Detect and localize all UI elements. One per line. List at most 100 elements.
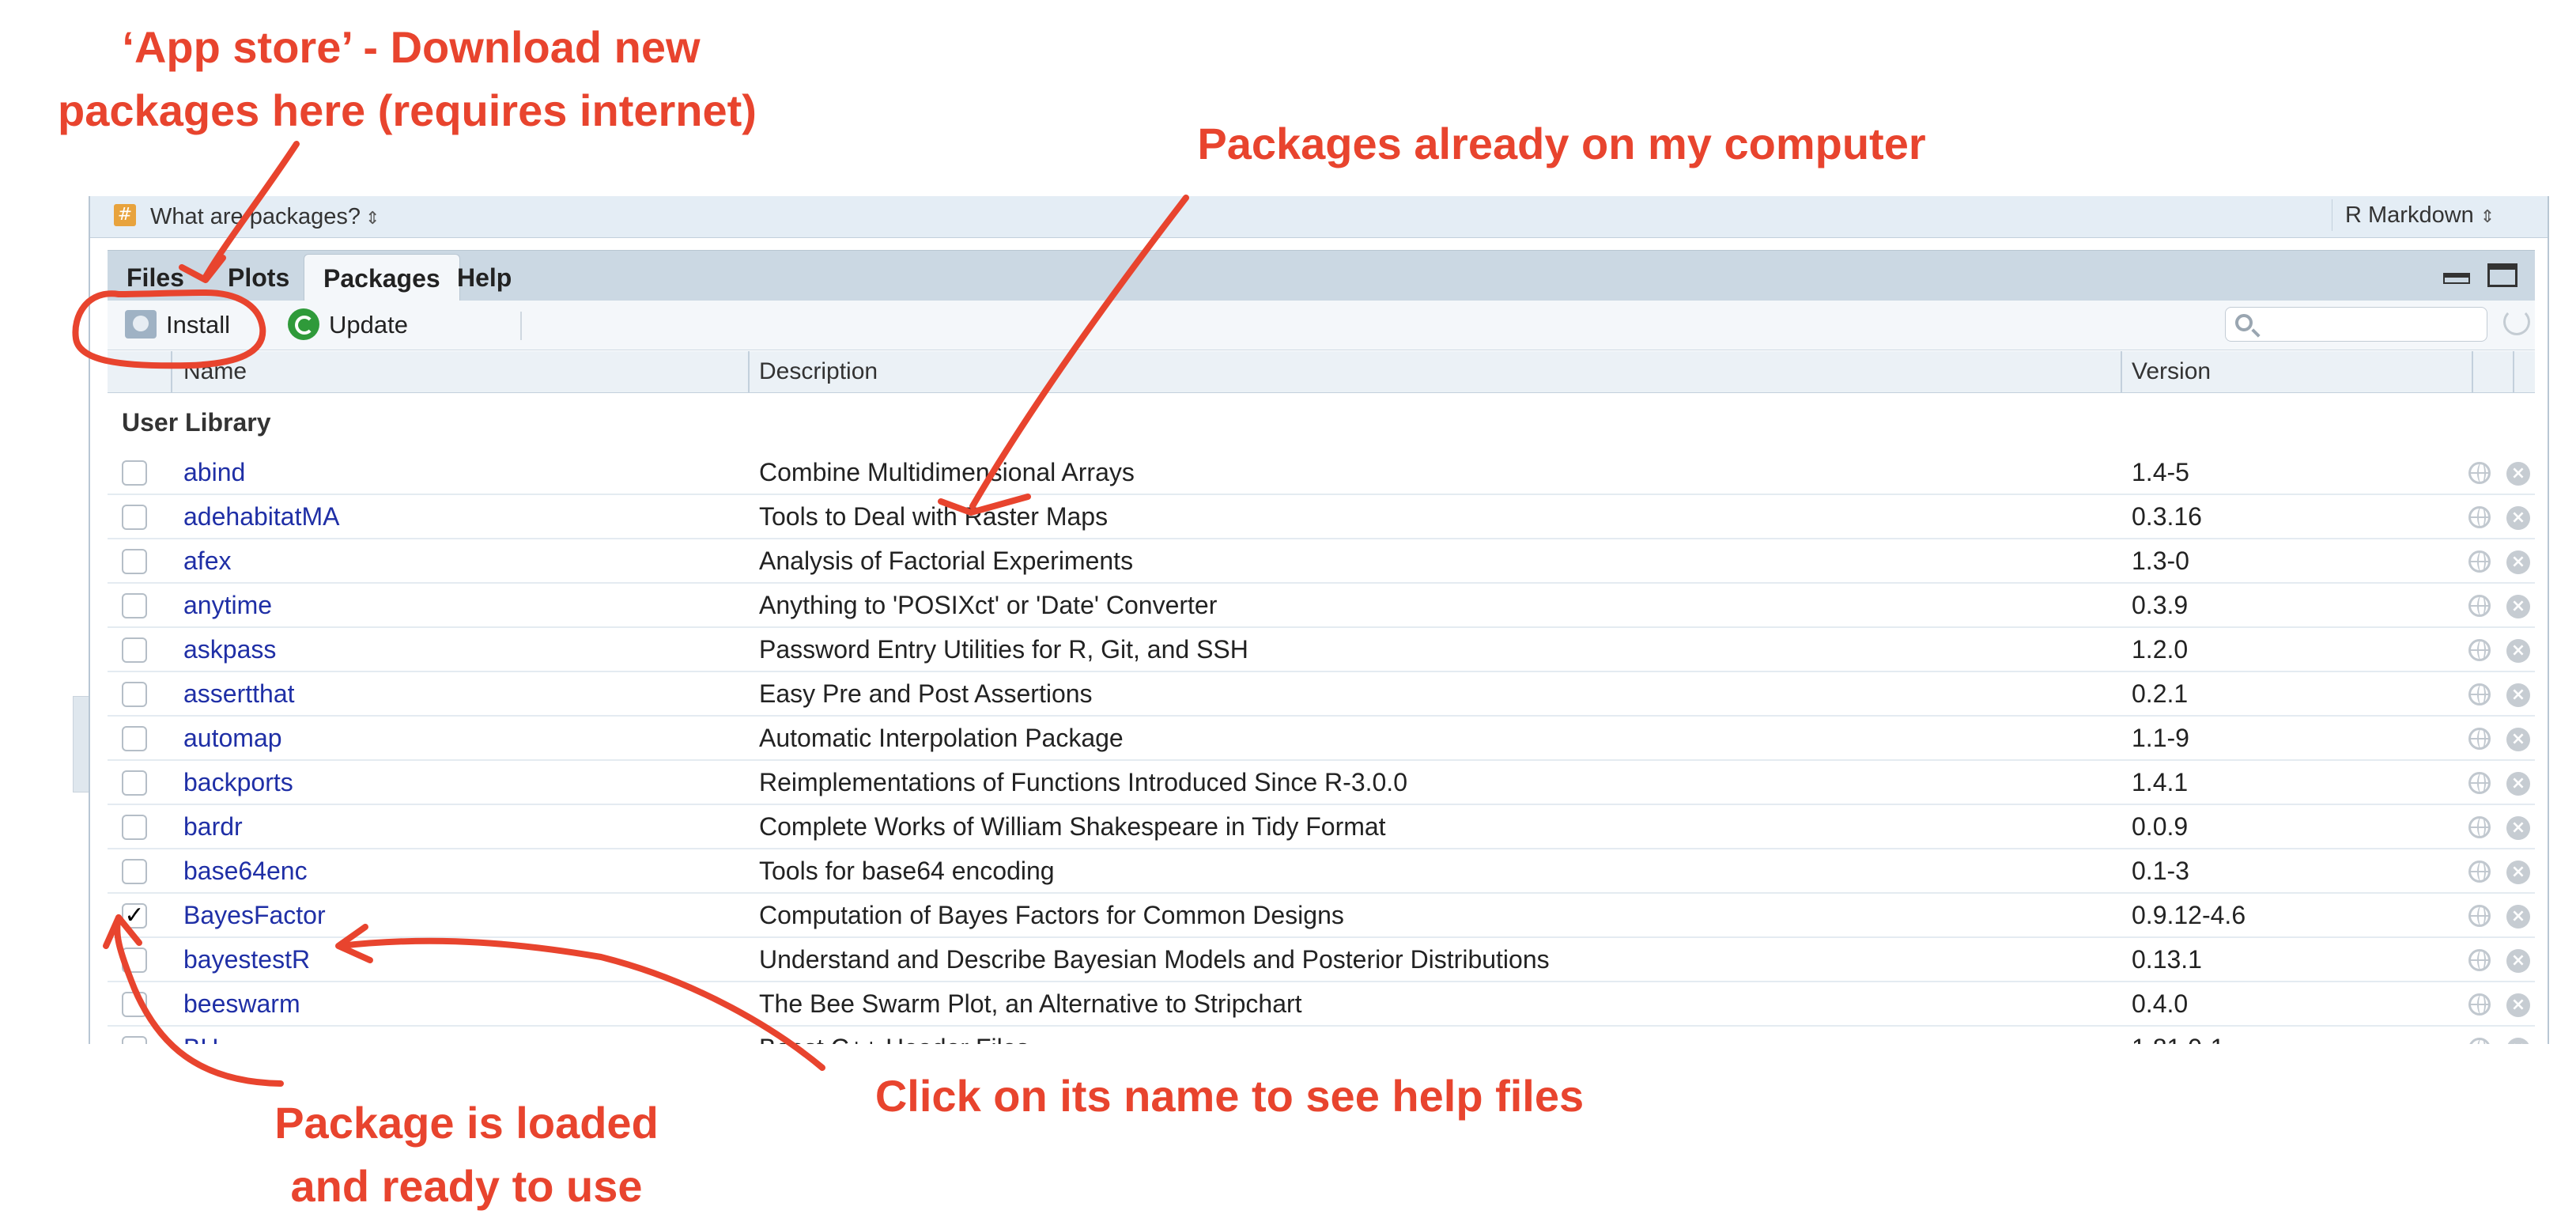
- remove-package-icon[interactable]: ×: [2506, 595, 2530, 618]
- update-button[interactable]: Update: [108, 307, 503, 343]
- package-name-link[interactable]: adehabitatMA: [183, 495, 339, 538]
- remove-package-icon[interactable]: ×: [2506, 993, 2530, 1017]
- packages-pane: # What are packages? ⇕ R Markdown ⇕ Files …: [89, 196, 2549, 1044]
- package-description: Easy Pre and Post Assertions: [759, 679, 1093, 708]
- remove-package-icon[interactable]: ×: [2506, 816, 2530, 840]
- updown-icon: ⇕: [364, 208, 380, 228]
- section-navigator[interactable]: What are packages? ⇕: [150, 201, 380, 234]
- table-row: bardr Complete Works of William Shakespea…: [108, 805, 2535, 849]
- table-row: bayestestR Understand and Describe Bayesi…: [108, 938, 2535, 982]
- globe-icon[interactable]: [2468, 595, 2491, 617]
- remove-package-icon[interactable]: ×: [2506, 861, 2530, 884]
- load-package-checkbox[interactable]: [122, 815, 147, 840]
- document-mode-label: R Markdown: [2345, 202, 2474, 228]
- column-header-version[interactable]: Version: [2132, 351, 2211, 392]
- remove-package-icon[interactable]: ×: [2506, 728, 2530, 751]
- load-package-checkbox[interactable]: [122, 460, 147, 486]
- tab-files[interactable]: Files: [108, 254, 203, 301]
- load-package-checkbox[interactable]: [122, 859, 147, 884]
- package-name-link[interactable]: assertthat: [183, 672, 295, 715]
- remove-package-icon[interactable]: ×: [2506, 462, 2530, 486]
- load-package-checkbox[interactable]: [122, 637, 147, 663]
- toolbar-divider: [520, 312, 522, 340]
- document-mode-select[interactable]: R Markdown ⇕: [2332, 199, 2532, 231]
- remove-package-icon[interactable]: ×: [2506, 905, 2530, 929]
- package-search[interactable]: [2225, 307, 2487, 342]
- load-package-checkbox[interactable]: [122, 593, 147, 618]
- package-name-link[interactable]: abind: [183, 451, 245, 494]
- search-input[interactable]: [2270, 311, 2479, 339]
- maximize-pane-icon[interactable]: [2487, 263, 2517, 287]
- table-row: afex Analysis of Factorial Experiments 1.3…: [108, 539, 2535, 584]
- table-row: abind Combine Multidimensional Arrays 1.4-…: [108, 451, 2535, 495]
- package-version: 0.9.12-4.6: [2132, 901, 2246, 929]
- load-package-checkbox[interactable]: [122, 726, 147, 751]
- remove-package-icon[interactable]: ×: [2506, 949, 2530, 973]
- globe-icon[interactable]: [2468, 506, 2491, 528]
- globe-icon[interactable]: [2468, 728, 2491, 750]
- package-name-link[interactable]: bayestestR: [183, 938, 310, 981]
- minimize-pane-icon[interactable]: [2443, 273, 2470, 284]
- globe-icon[interactable]: [2468, 861, 2491, 883]
- load-package-checkbox[interactable]: ✓: [122, 903, 147, 929]
- globe-icon[interactable]: [2468, 905, 2491, 927]
- package-name-link[interactable]: BH: [183, 1027, 218, 1044]
- column-header-description[interactable]: Description: [759, 351, 878, 392]
- package-name-link[interactable]: bardr: [183, 805, 243, 848]
- remove-package-icon[interactable]: ×: [2506, 550, 2530, 574]
- package-description: Combine Multidimensional Arrays: [759, 458, 1135, 486]
- load-package-checkbox[interactable]: [122, 682, 147, 707]
- remove-package-icon[interactable]: ×: [2506, 683, 2530, 707]
- table-row: askpass Password Entry Utilities for R, G…: [108, 628, 2535, 672]
- package-name-link[interactable]: automap: [183, 717, 282, 759]
- package-name-link[interactable]: base64enc: [183, 849, 308, 892]
- remove-package-icon[interactable]: ×: [2506, 772, 2530, 796]
- package-description: Tools for base64 encoding: [759, 857, 1055, 885]
- package-description: The Bee Swarm Plot, an Alternative to St…: [759, 989, 1302, 1018]
- globe-icon[interactable]: [2468, 639, 2491, 661]
- column-divider: [748, 351, 750, 392]
- package-version: 0.4.0: [2132, 989, 2189, 1018]
- package-version: 0.3.16: [2132, 502, 2202, 531]
- load-package-checkbox[interactable]: [122, 948, 147, 973]
- column-header-name[interactable]: Name: [183, 351, 247, 392]
- load-package-checkbox[interactable]: [122, 549, 147, 574]
- globe-icon[interactable]: [2468, 1038, 2491, 1044]
- column-divider: [171, 351, 172, 392]
- remove-package-icon[interactable]: ×: [2506, 1038, 2530, 1044]
- package-version: 0.13.1: [2132, 945, 2202, 974]
- globe-icon[interactable]: [2468, 949, 2491, 971]
- annotation-app-store-line1: ‘App store’ - Download new: [122, 22, 701, 72]
- library-group-label: User Library: [122, 408, 271, 437]
- globe-icon[interactable]: [2468, 816, 2491, 838]
- globe-icon[interactable]: [2468, 462, 2491, 484]
- package-description: Reimplementations of Functions Introduce…: [759, 768, 1407, 796]
- load-package-checkbox[interactable]: [122, 992, 147, 1017]
- load-package-checkbox[interactable]: [122, 770, 147, 796]
- package-name-link[interactable]: beeswarm: [183, 982, 300, 1025]
- globe-icon[interactable]: [2468, 683, 2491, 705]
- package-name-link[interactable]: BayesFactor: [183, 894, 326, 936]
- globe-icon[interactable]: [2468, 772, 2491, 794]
- tab-plots[interactable]: Plots: [209, 254, 308, 301]
- package-description: Password Entry Utilities for R, Git, and…: [759, 635, 1248, 664]
- globe-icon[interactable]: [2468, 993, 2491, 1016]
- pane-splitter[interactable]: [73, 696, 90, 792]
- package-name-link[interactable]: askpass: [183, 628, 276, 671]
- remove-package-icon[interactable]: ×: [2506, 639, 2530, 663]
- tab-help[interactable]: Help: [438, 254, 531, 301]
- tab-packages[interactable]: Packages: [304, 254, 460, 302]
- package-name-link[interactable]: afex: [183, 539, 231, 582]
- load-package-checkbox[interactable]: [122, 505, 147, 530]
- package-name-link[interactable]: anytime: [183, 584, 272, 626]
- globe-icon[interactable]: [2468, 550, 2491, 573]
- remove-package-icon[interactable]: ×: [2506, 506, 2530, 530]
- pane-tabs: Files Plots Packages Help: [108, 250, 2535, 302]
- refresh-icon[interactable]: [2503, 308, 2530, 335]
- load-package-checkbox[interactable]: [122, 1036, 147, 1044]
- package-version: 1.3-0: [2132, 547, 2189, 575]
- column-divider: [2513, 351, 2514, 392]
- package-name-link[interactable]: backports: [183, 761, 293, 804]
- package-version: 0.3.9: [2132, 591, 2189, 619]
- annotation-installed-packages: Packages already on my computer: [1197, 119, 1926, 168]
